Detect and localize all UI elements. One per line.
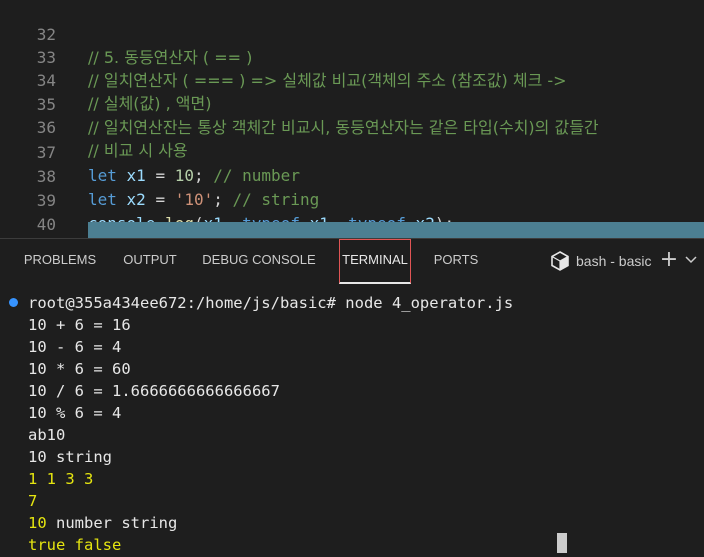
code-line[interactable]: 39 console.log(x1, typeof x1, typeof x2)… [0, 166, 704, 233]
tab-debug-console[interactable]: DEBUG CONSOLE [200, 239, 318, 281]
bottom-panel: PROBLEMS OUTPUT DEBUG CONSOLE TERMINAL P… [0, 238, 704, 557]
terminal-output-line: ab10 [28, 426, 66, 444]
tab-output[interactable]: OUTPUT [118, 239, 182, 281]
chevron-down-icon[interactable] [684, 251, 698, 269]
terminal-cursor [557, 533, 567, 553]
code-line[interactable]: 35 // 일치연산잔는 통상 객체간 비교시, 동등연산자는 같은 타입(수치… [0, 70, 704, 137]
code-line[interactable]: 32 // 5. 동등연산자 ( == ) [0, 0, 704, 67]
terminal-output[interactable]: root@355a434ee672:/home/js/basic# node 4… [0, 289, 704, 557]
code-line[interactable]: 41 [0, 214, 704, 237]
panel-tab-bar: PROBLEMS OUTPUT DEBUG CONSOLE TERMINAL P… [0, 239, 704, 284]
terminal-output-line: 1 1 3 3 [28, 470, 94, 488]
terminal-output-line: 10 string [28, 448, 112, 466]
terminal-output-line: 10 - 6 = 4 [28, 338, 122, 356]
terminal-prompt-line: root@355a434ee672:/home/js/basic# node 4… [28, 294, 514, 312]
tab-problems[interactable]: PROBLEMS [20, 239, 100, 281]
new-terminal-icon[interactable]: + [658, 249, 680, 271]
code-editor[interactable]: 32 // 5. 동등연산자 ( == ) 33 // 일치연산자 ( === … [0, 0, 704, 238]
terminal-output-line: 10 * 6 = 60 [28, 360, 131, 378]
terminal-output-line: 10 % 6 = 4 [28, 404, 122, 422]
code-line[interactable]: 38 let x2 = '10'; // string [0, 142, 704, 209]
terminal-output-line: 10 / 6 = 1.6666666666666667 [28, 382, 280, 400]
terminal-instance-label[interactable]: bash - basic [576, 239, 651, 283]
terminal-output-line: true false [28, 536, 122, 554]
code-line[interactable]: 36 // 비교 시 사용 [0, 93, 704, 160]
code-line[interactable]: 34 // 실체(값) , 액면) [0, 46, 704, 113]
code-line[interactable]: 37 let x1 = 10; // number [0, 118, 704, 185]
code-line[interactable]: 40 console.log(x1 == x2 , x1 === x2); [0, 190, 704, 234]
tab-terminal[interactable]: TERMINAL [339, 239, 411, 284]
tab-ports[interactable]: PORTS [430, 239, 482, 281]
terminal-shell-icon[interactable] [551, 251, 569, 271]
code-line[interactable]: 33 // 일치연산자 ( === ) => 실체값 비교(객체의 주소 (참조… [0, 23, 704, 90]
command-status-dot-icon[interactable] [9, 298, 18, 307]
terminal-output-line: 10 + 6 = 16 [28, 316, 131, 334]
terminal-output-line: 7 [28, 492, 38, 510]
terminal-output-line: 10 number string [28, 514, 178, 532]
